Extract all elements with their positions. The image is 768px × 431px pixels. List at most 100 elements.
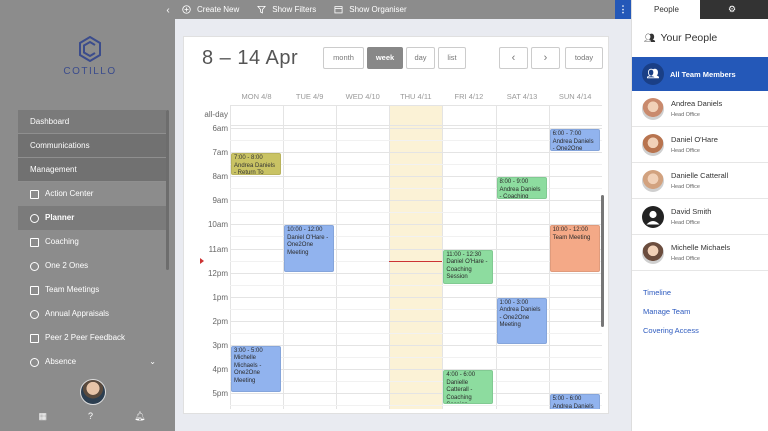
panel-link-manage-team[interactable]: Manage Team — [632, 302, 768, 321]
collapse-sidebar-icon[interactable]: ‹ — [163, 5, 173, 17]
calendar-event[interactable]: 3:00 - 5:00 Michelle Michaels - One2One M… — [231, 345, 282, 393]
show-organiser-button[interactable]: Show Organiser — [334, 5, 407, 14]
day-header[interactable]: WED 4/10 — [336, 89, 389, 105]
person-item[interactable]: Andrea Daniels Head Office — [632, 91, 768, 127]
person-item[interactable]: Daniel O'Hare Head Office — [632, 127, 768, 163]
bell-icon[interactable]: 🔔︎ — [134, 411, 145, 422]
view-month-button[interactable]: month — [323, 47, 364, 69]
document-icon — [30, 309, 39, 319]
sidebar-item-action-center[interactable]: Action Center — [18, 182, 166, 206]
day-header[interactable]: THU 4/11 — [389, 89, 442, 105]
sidebar-item-planner[interactable]: Planner — [18, 206, 166, 230]
calendar-event[interactable]: 10:00 - 12:00 Daniel O'Hare - One2One Mee… — [284, 225, 335, 272]
help-icon[interactable]: ? — [88, 411, 93, 421]
calendar-event[interactable]: 11:00 - 12:30 Daniel O'Hare - Coaching Se… — [443, 249, 494, 284]
avatar — [642, 169, 664, 192]
person-department: Head Office — [671, 112, 700, 118]
view-week-button[interactable]: week — [367, 47, 403, 69]
event-title: Team Meeting — [552, 234, 591, 241]
event-title: Andrea Daniels - Coaching — [499, 186, 541, 200]
more-options-button[interactable]: ⋮ — [615, 0, 631, 19]
sidebar-item-label: Action Center — [45, 189, 94, 198]
sidebar-item-label: Management — [30, 165, 77, 174]
sidebar-item-one-2-ones[interactable]: One 2 Ones — [18, 254, 166, 278]
sidebar-item-peer-2-peer-feedback[interactable]: Peer 2 Peer Feedback — [18, 326, 166, 350]
today-column-highlight — [389, 105, 443, 409]
event-time: 1:00 - 3:00 — [499, 299, 529, 306]
calendar-event[interactable]: 1:00 - 3:00 Andrea Daniels - One2One Meet… — [496, 297, 547, 344]
event-time: 4:00 - 6:00 — [446, 372, 476, 378]
panel-link-timeline[interactable]: Timeline — [632, 283, 768, 302]
video-icon — [30, 285, 39, 295]
person-item[interactable]: Michelle Michaels Head Office — [632, 235, 768, 271]
calendar-icon — [30, 213, 39, 223]
event-time: 10:00 - 12:00 — [552, 227, 588, 234]
user-placeholder-icon — [642, 205, 664, 228]
panel-link-covering-access[interactable]: Covering Access — [632, 321, 768, 340]
show-organiser-label: Show Organiser — [349, 5, 407, 14]
day-header[interactable]: FRI 4/12 — [442, 89, 495, 105]
calendar-scrollbar[interactable] — [601, 195, 604, 327]
sidebar-item-dashboard[interactable]: Dashboard — [18, 110, 166, 134]
half-hour-line — [230, 381, 602, 383]
calendar-event[interactable]: 7:00 - 8:00Andrea Daniels - Return To Wo… — [231, 153, 282, 176]
users-icon: 👥︎ — [644, 33, 656, 43]
half-hour-line — [230, 405, 602, 407]
sidebar-item-label: One 2 Ones — [45, 261, 89, 270]
calendar-event[interactable]: 4:00 - 6:00 Danielle Catterall - Coaching… — [443, 370, 494, 405]
sidebar-item-label: Planner — [45, 213, 75, 222]
people-panel: People ⚙ 👥︎ Your People 👥︎ All Team Memb… — [631, 0, 768, 431]
hour-label: 4pm — [212, 365, 228, 374]
today-button[interactable]: today — [565, 47, 603, 69]
sidebar-scrollbar[interactable] — [166, 110, 169, 270]
feedback-icon — [30, 333, 39, 343]
person-item[interactable]: Danielle Catterall Head Office — [632, 163, 768, 199]
day-header[interactable]: TUE 4/9 — [283, 89, 336, 105]
half-hour-line — [230, 140, 602, 142]
grid-line — [230, 105, 602, 106]
your-people-heading: 👥︎ Your People — [632, 19, 768, 57]
now-indicator-line — [389, 260, 443, 262]
next-week-button[interactable]: › — [531, 47, 560, 69]
person-name: Michelle Michaels — [671, 243, 731, 252]
half-hour-line — [230, 356, 602, 358]
day-header[interactable]: MON 4/8 — [230, 89, 283, 105]
all-team-members-item[interactable]: 👥︎ All Team Members — [632, 57, 768, 91]
create-new-button[interactable]: Create New — [182, 5, 239, 14]
event-time: 3:00 - 5:00 — [234, 347, 263, 354]
sidebar-item-coaching[interactable]: Coaching — [18, 230, 166, 254]
grid-icon[interactable]: ▦ — [39, 411, 48, 422]
sidebar-footer: ▦ ? 🔔︎ — [18, 403, 166, 429]
hour-line — [230, 393, 602, 395]
hour-label: 3pm — [212, 340, 228, 350]
hour-label: 12pm — [207, 268, 228, 278]
show-filters-label: Show Filters — [272, 5, 317, 14]
all-day-label: all-day — [204, 110, 228, 119]
day-header[interactable]: SUN 4/14 — [549, 89, 602, 105]
tab-settings[interactable]: ⚙ — [699, 0, 768, 19]
view-day-button[interactable]: day — [406, 47, 435, 69]
calendar-event[interactable]: 10:00 - 12:00 Team Meeting — [549, 225, 600, 272]
show-filters-button[interactable]: Show Filters — [257, 5, 316, 14]
user-avatar[interactable] — [80, 379, 106, 405]
prev-week-button[interactable]: ‹ — [499, 47, 528, 69]
day-header[interactable]: SAT 4/13 — [496, 89, 549, 105]
calendar-event[interactable]: 8:00 - 9:00 Andrea Daniels - Coaching — [496, 177, 547, 200]
hour-line — [230, 344, 602, 346]
week-grid: MON 4/8 TUE 4/9 WED 4/10 THU 4/11 FRI 4/12 SA… — [198, 89, 602, 409]
tab-people[interactable]: People — [632, 0, 700, 19]
calendar-event[interactable]: 5:00 - 6:00Andrea Daniels - — [549, 394, 600, 409]
sidebar-item-management[interactable]: Management — [18, 158, 166, 182]
event-time: 7:00 - 8:00 — [234, 155, 263, 162]
view-list-button[interactable]: list — [438, 47, 466, 69]
sidebar-item-team-meetings[interactable]: Team Meetings — [18, 278, 166, 302]
sidebar-item-absence[interactable]: Absence ⌄ — [18, 350, 166, 374]
person-item[interactable]: David Smith Head Office — [632, 199, 768, 235]
sidebar-item-annual-appraisals[interactable]: Annual Appraisals — [18, 302, 166, 326]
event-time: 8:00 - 9:00 — [499, 179, 529, 186]
calendar-event[interactable]: 6:00 - 7:00 Andrea Daniels - One2One — [549, 129, 600, 152]
logo-text: COTILLO — [63, 66, 117, 77]
calendar-title: 8 – 14 Apr — [202, 47, 299, 69]
sidebar-item-communications[interactable]: Communications — [18, 134, 166, 158]
event-title: Danielle Catterall - Coaching Session — [446, 379, 473, 404]
